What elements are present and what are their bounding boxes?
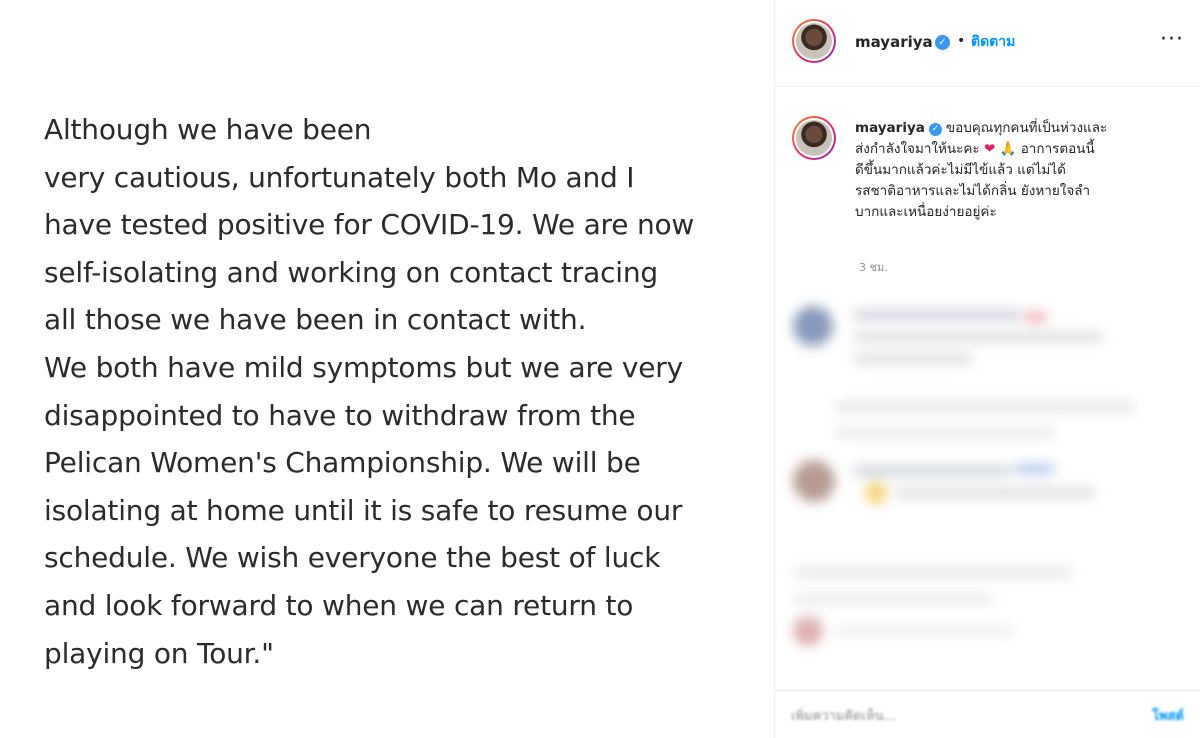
statement-text: Although we have been very cautious, unf…	[44, 106, 764, 677]
comment-input[interactable]: เพิ่มความคิดเห็น...	[791, 705, 896, 726]
statement-line: have tested positive for COVID-19. We ar…	[44, 208, 695, 242]
comment-line	[835, 428, 1055, 438]
statement-line: We both have mild symptoms but we are ve…	[44, 350, 683, 384]
post-timestamp: 3 ชม.	[859, 261, 888, 274]
caption-line: ส่งกำลังใจมาให้นะคะ	[855, 141, 980, 157]
statement-line: Although we have been	[44, 113, 372, 146]
comment-line	[853, 332, 1103, 342]
statement-line: and look forward to when we can return t…	[44, 588, 634, 622]
avatar-photo	[796, 23, 832, 59]
comment-line	[835, 402, 1135, 412]
separator-dot: •	[957, 33, 966, 49]
avatar-ring	[794, 21, 834, 61]
verified-badge-icon: ✓	[935, 35, 950, 50]
post-sidebar: mayariya ✓ • ติดตาม ··· mayariya ✓ ขอบคุณท…	[775, 0, 1200, 738]
comment-line	[1015, 464, 1055, 474]
emoji-blur	[865, 482, 887, 504]
caption-block: mayariya ✓ ขอบคุณทุกคนที่เป็นห่วงและ ส่งกำ…	[775, 86, 1200, 286]
comment-avatar	[793, 616, 823, 646]
follow-button[interactable]: ติดตาม	[971, 31, 1015, 53]
username-link[interactable]: mayariya	[855, 33, 933, 51]
statement-line: very cautious, unfortunately both Mo and…	[44, 160, 635, 194]
comment-line	[835, 626, 1015, 636]
comment-avatar	[793, 460, 835, 502]
comment-line	[895, 488, 1095, 498]
caption-line: บากและเหนื่อยง่ายอยู่ค่ะ	[855, 204, 997, 220]
comment-line	[853, 310, 1023, 320]
statement-line: schedule. We wish everyone the best of l…	[44, 541, 661, 575]
caption-line: รสชาติอาหารและไม่ได้กลิ่น ยังหายใจลำ	[855, 183, 1091, 199]
post-header: mayariya ✓ • ติดตาม ···	[775, 0, 1200, 87]
comment-line	[853, 354, 973, 364]
caption-username[interactable]: mayariya	[855, 120, 925, 136]
comment-line	[793, 568, 1073, 578]
avatar-photo	[796, 120, 832, 156]
verified-badge-icon: ✓	[928, 123, 942, 136]
comment-avatar	[793, 306, 833, 346]
statement-line: disappointed to have to withdraw from th…	[44, 398, 636, 432]
comment-line	[853, 466, 1013, 476]
avatar[interactable]	[792, 116, 836, 160]
post-image: Although we have been very cautious, unf…	[0, 0, 774, 738]
blurred-comments	[775, 278, 1200, 683]
caption-text: mayariya ✓ ขอบคุณทุกคนที่เป็นห่วงและ ส่งกำ…	[855, 118, 1183, 223]
comment-bar: เพิ่มความคิดเห็น... โพสต์	[775, 690, 1200, 738]
comment-line	[1025, 312, 1047, 322]
comment-line	[793, 594, 993, 604]
heart-emoji-icon: ❤	[983, 141, 996, 157]
statement-line: all those we have been in contact with.	[44, 303, 587, 337]
caption-line: อาการตอนนี้	[1020, 141, 1095, 157]
statement-line: Pelican Women's Championship. We will be	[44, 446, 641, 480]
statement-line: isolating at home until it is safe to re…	[44, 493, 683, 527]
instagram-post-view: Although we have been very cautious, unf…	[0, 0, 1200, 738]
post-comment-button[interactable]: โพสต์	[1152, 705, 1184, 726]
avatar[interactable]	[792, 19, 836, 63]
caption-line: ดีขึ้นมากแล้วค่ะไม่มีไข้แล้ว แต่ไม่ได้	[855, 162, 1066, 178]
statement-line: self-isolating and working on contact tr…	[44, 255, 658, 289]
avatar-ring	[794, 118, 834, 158]
caption-line: ขอบคุณทุกคนที่เป็นห่วงและ	[945, 120, 1108, 136]
praying-hands-emoji-icon: 🙏	[999, 141, 1017, 157]
more-options-icon[interactable]: ···	[1160, 29, 1184, 51]
statement-line: playing on Tour."	[44, 636, 274, 670]
